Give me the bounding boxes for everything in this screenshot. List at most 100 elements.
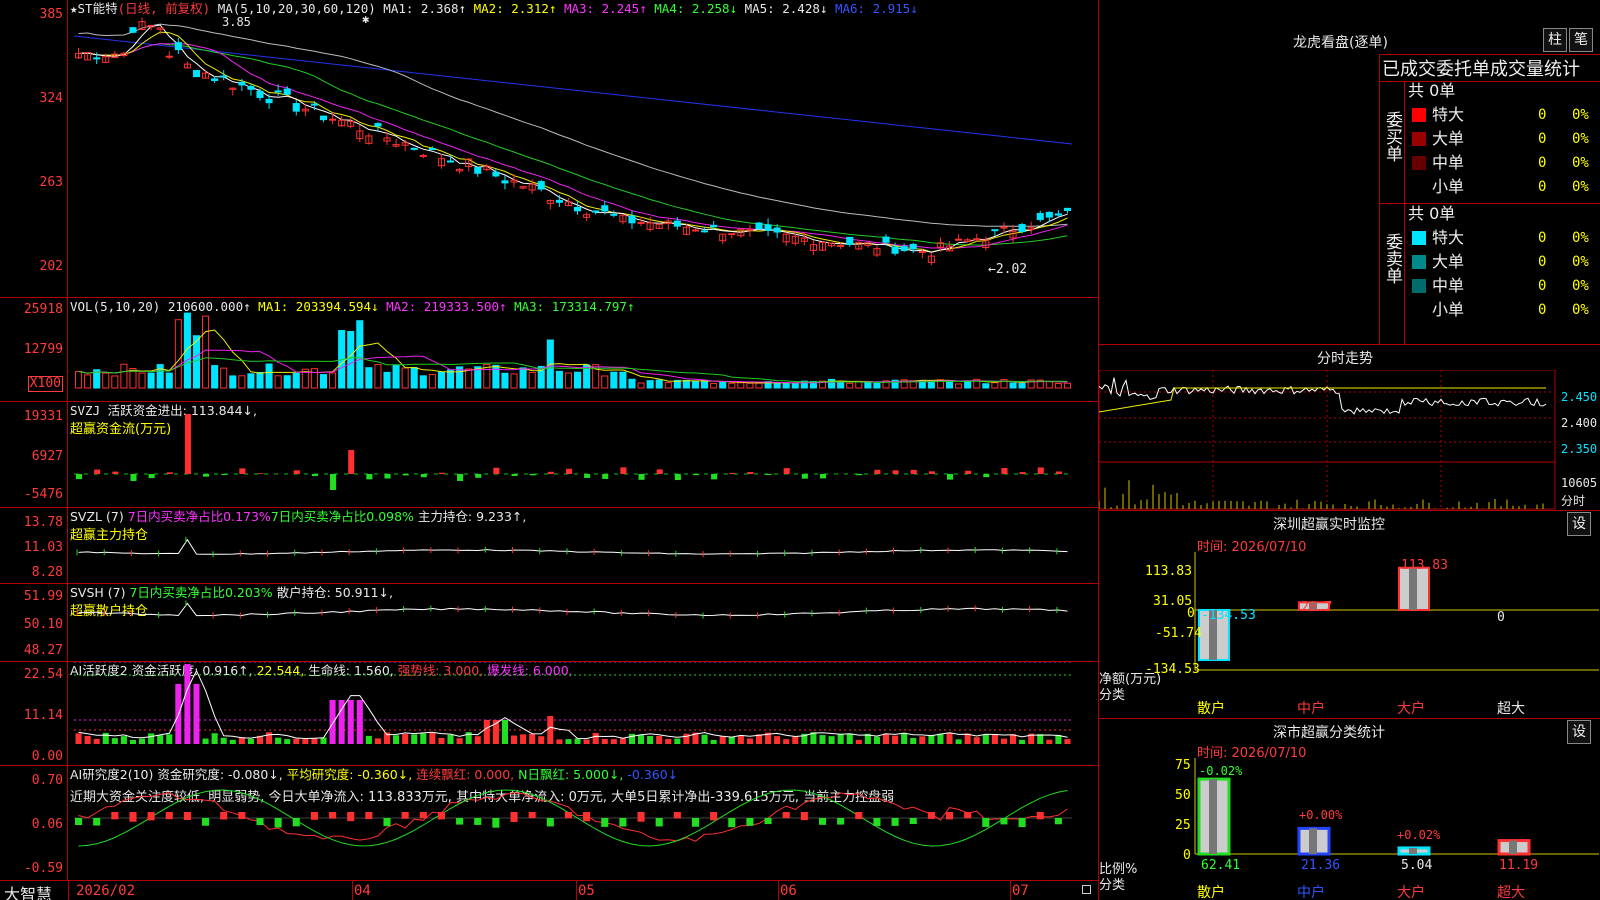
ai-research-pane[interactable]: 0.70 0.06 -0.59 AI研究度2(10) 资金研究度: -0.080… [0,766,1098,880]
activity-bar [746,738,753,744]
research-bar [837,818,845,825]
right-panel: 龙虎看盘(逐单) 柱 笔 已成交委托单成交量统计 委买单 委卖单 共 0单 共 … [1098,0,1600,900]
svzj-bar [475,474,482,478]
fenshi-chart-area[interactable]: 2.450 2.400 2.350 10605 分时 [1099,370,1600,510]
volume-bar [601,375,609,389]
research-bar [982,818,990,827]
activity-bar [638,734,645,744]
lock-icon[interactable] [1082,885,1091,894]
svsh-pane[interactable]: 51.99 50.10 48.27 SVSH (7) 7日内买卖净占比0.203… [0,584,1098,662]
volume-bar [555,370,563,389]
activity-bar [946,732,953,744]
tick-view-button[interactable]: 笔 [1569,28,1593,52]
svzj-bar [457,474,464,481]
kline-pane[interactable]: 385 324 263 202 ★ST能特(日线, 前复权) MA(5,10,2… [0,0,1098,298]
candle-body [755,222,763,230]
candle-body [955,238,963,241]
ai-activity-pane[interactable]: 22.54 11.14 0.00 AI活跃度2 资金活跃度: 0.916↑, 2… [0,662,1098,766]
activity-bar [982,734,989,744]
volume-pane[interactable]: 25918 12799 X100 VOL(5,10,20) 210600.000… [0,298,1098,402]
activity-bar [547,716,554,744]
volume-bar [247,373,255,389]
research-bar [710,812,718,821]
classify-title: 深市超赢分类统计 [1273,725,1385,741]
order-size-label: 小单 [1432,177,1465,196]
svzl-pane[interactable]: 13.78 11.03 8.28 SVZL (7) 7日内买卖净占比0.173%… [0,508,1098,584]
candle-body [247,85,255,90]
order-count: 0 [1538,278,1547,294]
research-bar [111,812,119,820]
candle-body [628,215,636,224]
fenshi-tick: 2.450 [1561,390,1598,404]
order-percent: 0% [1572,230,1589,246]
activity-bar [284,739,291,744]
volume-bar [256,371,264,389]
volume-bar [211,365,219,389]
candle-body [446,160,455,163]
activity-bar [229,739,236,744]
volume-bar [691,380,700,389]
candle-body [501,180,509,184]
candlestick-chart[interactable] [0,0,1098,298]
volume-bar [964,380,972,389]
classify-settings-button[interactable]: 设 [1567,720,1591,744]
svzj-bar [239,468,246,474]
research-bar [292,818,300,827]
bar-view-button[interactable]: 柱 [1543,28,1567,52]
activity-bar [247,738,254,744]
candle-body [637,222,645,225]
classify-bar-shade [1409,847,1417,854]
svzj-bar [438,472,445,474]
svzj-bar [1037,467,1044,474]
activity-bar [1064,739,1071,744]
ai-research-chart [74,789,1072,847]
candle-body [882,236,890,243]
activity-bar [84,735,91,744]
activity-bar [937,733,944,744]
activity-bar [774,736,781,744]
candle-body [1036,213,1044,220]
svzj-bar [493,467,500,474]
candle-body [192,70,201,78]
volume-bar [682,379,690,389]
volume-bar [628,378,636,389]
research-bar [1054,818,1062,825]
activity-bar [737,735,744,744]
svzj-bar [330,474,337,490]
svzj-bar [1001,467,1008,474]
ma2-line [78,31,1068,253]
volume-bar [410,367,418,389]
activity-bar [783,739,790,744]
buy-side-label: 委买单 [1382,111,1402,162]
volume-bar [383,371,391,389]
research-bar [546,818,554,827]
volume-bar [292,372,300,389]
candle-body [428,148,436,151]
activity-bar [293,738,300,744]
volume-bar [782,382,790,389]
svzj-bar [547,471,554,474]
activity-bar [129,739,137,744]
classify-change: -0.02% [1199,764,1243,778]
activity-bar [75,733,82,744]
candle-body [174,42,182,51]
date-tick: 05 [578,883,595,899]
activity-bar [973,737,980,744]
research-bar [782,812,790,819]
activity-bar [501,720,508,744]
monitor-settings-button[interactable]: 设 [1567,512,1591,536]
monitor-cat: 中户 [1297,701,1325,717]
svzj-pane[interactable]: 19331 6927 -5476 SVZJ 活跃资金进出: 113.844↓, … [0,402,1098,508]
volume-bar [319,374,328,389]
volume-bar [828,378,836,389]
candle-body [274,90,282,93]
svzj-bar [602,474,609,479]
activity-bar [275,737,282,744]
volume-bar [873,382,881,389]
svzj-bar [1055,471,1062,474]
candle-body [773,227,781,233]
svzj-bar [638,474,645,480]
activity-bar [211,733,218,744]
volume-bar [111,375,119,389]
classify-value: 11.19 [1499,858,1539,873]
